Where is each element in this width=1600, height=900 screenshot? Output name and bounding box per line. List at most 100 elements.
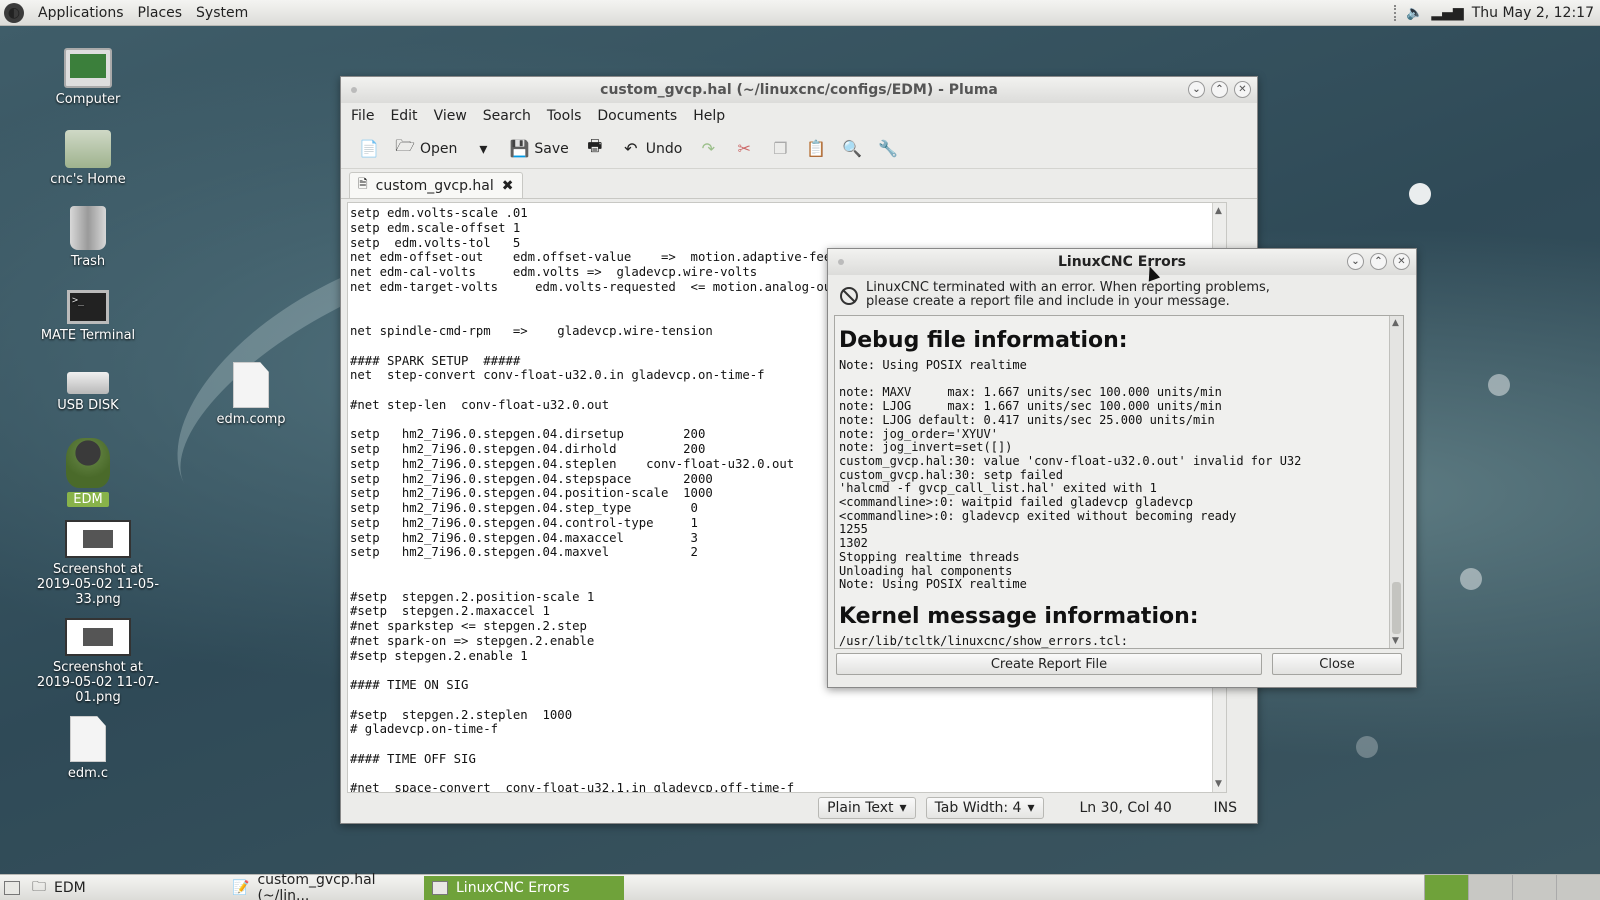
desktop-icon-screenshot-1[interactable]: Screenshot at 2019-05-02 11-05-33.png <box>34 520 162 607</box>
create-report-button[interactable]: Create Report File <box>836 653 1262 675</box>
task-edm[interactable]: 🗀 EDM <box>24 876 224 900</box>
desktop-icon-label: Trash <box>70 254 106 269</box>
desktop-icon-trash[interactable]: Trash <box>33 206 143 269</box>
menu-documents[interactable]: Documents <box>597 108 677 124</box>
volume-icon[interactable]: 🔈 <box>1406 5 1423 21</box>
network-signal-icon[interactable]: ▂▄▆ <box>1431 5 1463 21</box>
desktop-icon-home[interactable]: cnc's Home <box>33 130 143 187</box>
copy-button[interactable]: ❐ <box>766 137 794 161</box>
save-button[interactable]: 💾 Save <box>505 137 572 161</box>
text-file-icon <box>70 716 106 762</box>
open-dropdown[interactable]: ▾ <box>469 137 497 161</box>
error-message: LinuxCNC terminated with an error. When … <box>866 280 1270 309</box>
kernel-heading: Kernel message information: <box>839 603 1199 629</box>
desktop-icon-label: MATE Terminal <box>40 328 136 343</box>
maximize-icon[interactable]: ⌃ <box>1211 81 1228 98</box>
maximize-icon[interactable]: ⌃ <box>1370 253 1387 270</box>
home-folder-icon <box>65 130 111 168</box>
tab-close-icon[interactable]: ✖ <box>502 178 514 194</box>
undo-label: Undo <box>645 140 683 157</box>
cut-button[interactable]: ✂ <box>730 137 758 161</box>
minimize-icon[interactable]: ⌄ <box>1188 81 1205 98</box>
pluma-titlebar[interactable]: custom_gvcp.hal (~/linuxcnc/configs/EDM)… <box>341 77 1257 103</box>
debug-log[interactable]: Note: Using POSIX realtime note: MAXV ma… <box>839 358 1399 592</box>
menu-edit[interactable]: Edit <box>390 108 417 124</box>
desktop-icon-edm-c[interactable]: edm.c <box>33 716 143 781</box>
desktop-icon-label: cnc's Home <box>50 172 126 187</box>
tab-custom-gvcp[interactable]: 🗎 custom_gvcp.hal ✖ <box>349 172 523 198</box>
workspace-3[interactable] <box>1512 875 1556 900</box>
pluma-statusbar: Plain Text ▾ Tab Width: 4 ▾ Ln 30, Col 40 … <box>341 793 1257 823</box>
error-log-box[interactable]: Debug file information: Note: Using POSI… <box>834 315 1404 649</box>
desktop-icon-computer[interactable]: Computer <box>33 48 143 107</box>
workspace-2[interactable] <box>1468 875 1512 900</box>
error-message-row: LinuxCNC terminated with an error. When … <box>834 279 1410 315</box>
system-menu[interactable]: System <box>196 5 248 21</box>
window-menu-dot[interactable] <box>838 259 844 265</box>
bottom-panel: 🗀 EDM 📝 custom_gvcp.hal (~/lin... LinuxC… <box>0 872 1600 900</box>
print-button[interactable]: 🖶 <box>581 136 609 161</box>
dialog-titlebar[interactable]: LinuxCNC Errors ⌄ ⌃ ✕ <box>828 249 1416 275</box>
dialog-title: LinuxCNC Errors <box>1057 254 1187 270</box>
menu-tools[interactable]: Tools <box>547 108 582 124</box>
close-icon[interactable]: ✕ <box>1393 253 1410 270</box>
desktop-icon-label: edm.c <box>67 766 109 781</box>
workspace-1[interactable] <box>1424 875 1468 900</box>
kernel-log[interactable]: /usr/lib/tcltk/linuxcnc/show_errors.tcl: <box>839 634 1399 648</box>
show-desktop-button[interactable] <box>0 876 24 900</box>
wallpaper-dot <box>1409 183 1431 205</box>
window-title: custom_gvcp.hal (~/linuxcnc/configs/EDM)… <box>600 82 998 98</box>
window-menu-dot[interactable] <box>351 87 357 93</box>
system-tray: 🔈 ▂▄▆ Thu May 2, 12:17 <box>1393 0 1594 26</box>
find-button[interactable]: 🔍 <box>838 137 866 161</box>
chevron-down-icon: ▾ <box>899 800 907 816</box>
tab-width-label: Tab Width: 4 <box>934 800 1022 816</box>
task-label: custom_gvcp.hal (~/lin... <box>257 871 376 900</box>
applications-menu[interactable]: Applications <box>38 5 124 21</box>
tab-label: custom_gvcp.hal <box>375 177 494 194</box>
close-icon[interactable]: ✕ <box>1234 81 1251 98</box>
save-label: Save <box>534 140 569 157</box>
paste-icon: 📋 <box>806 139 827 158</box>
menu-search[interactable]: Search <box>483 108 531 124</box>
clock[interactable]: Thu May 2, 12:17 <box>1472 5 1594 21</box>
usb-drive-icon <box>67 372 109 394</box>
linuxcnc-errors-dialog: LinuxCNC Errors ⌄ ⌃ ✕ LinuxCNC terminate… <box>827 248 1417 688</box>
redo-icon: ↷ <box>701 139 716 158</box>
desktop-icon-edm[interactable]: EDM <box>33 438 143 507</box>
scroll-down-icon[interactable]: ▼ <box>1215 779 1222 789</box>
menu-view[interactable]: View <box>434 108 467 124</box>
minimize-icon[interactable]: ⌄ <box>1347 253 1364 270</box>
mate-logo-icon[interactable]: ◐ <box>4 2 24 23</box>
desktop-icon-label: Screenshot at 2019-05-02 11-05-33.png <box>36 562 160 607</box>
scroll-up-icon[interactable]: ▲ <box>1392 318 1399 328</box>
tab-width-selector[interactable]: Tab Width: 4 ▾ <box>925 797 1044 819</box>
desktop-icon-edm-comp[interactable]: edm.comp <box>196 362 306 427</box>
replace-button[interactable]: 🔧 <box>874 137 902 161</box>
open-button[interactable]: 🗁 Open <box>391 136 461 161</box>
desktop-icon-screenshot-2[interactable]: Screenshot at 2019-05-02 11-07-01.png <box>34 618 162 705</box>
scrollbar-thumb[interactable] <box>1392 582 1401 634</box>
desktop-icon-usb[interactable]: USB DISK <box>33 362 143 413</box>
desktop-icon-terminal[interactable]: >_ MATE Terminal <box>33 290 143 343</box>
undo-button[interactable]: ↶ Undo <box>617 137 687 161</box>
workspace-4[interactable] <box>1556 875 1600 900</box>
redo-button[interactable]: ↷ <box>694 137 722 161</box>
menu-file[interactable]: File <box>351 108 374 124</box>
scroll-up-icon[interactable]: ▲ <box>1215 206 1222 216</box>
menu-help[interactable]: Help <box>693 108 725 124</box>
image-file-icon <box>65 618 131 656</box>
places-menu[interactable]: Places <box>138 5 183 21</box>
workspace-switcher <box>1424 875 1600 900</box>
paste-button[interactable]: 📋 <box>802 137 830 161</box>
tray-separator <box>1393 5 1398 21</box>
close-button[interactable]: Close <box>1272 653 1402 675</box>
desktop-icon-label: edm.comp <box>216 412 286 427</box>
language-selector[interactable]: Plain Text ▾ <box>818 797 916 819</box>
error-log-scrollbar[interactable]: ▲ ▼ <box>1389 316 1403 648</box>
task-linuxcnc-errors[interactable]: LinuxCNC Errors <box>424 875 624 900</box>
new-button[interactable]: 📄 <box>355 137 383 161</box>
find-replace-icon: 🔧 <box>878 139 899 158</box>
task-pluma[interactable]: 📝 custom_gvcp.hal (~/lin... <box>224 872 424 900</box>
scroll-down-icon[interactable]: ▼ <box>1392 636 1399 646</box>
